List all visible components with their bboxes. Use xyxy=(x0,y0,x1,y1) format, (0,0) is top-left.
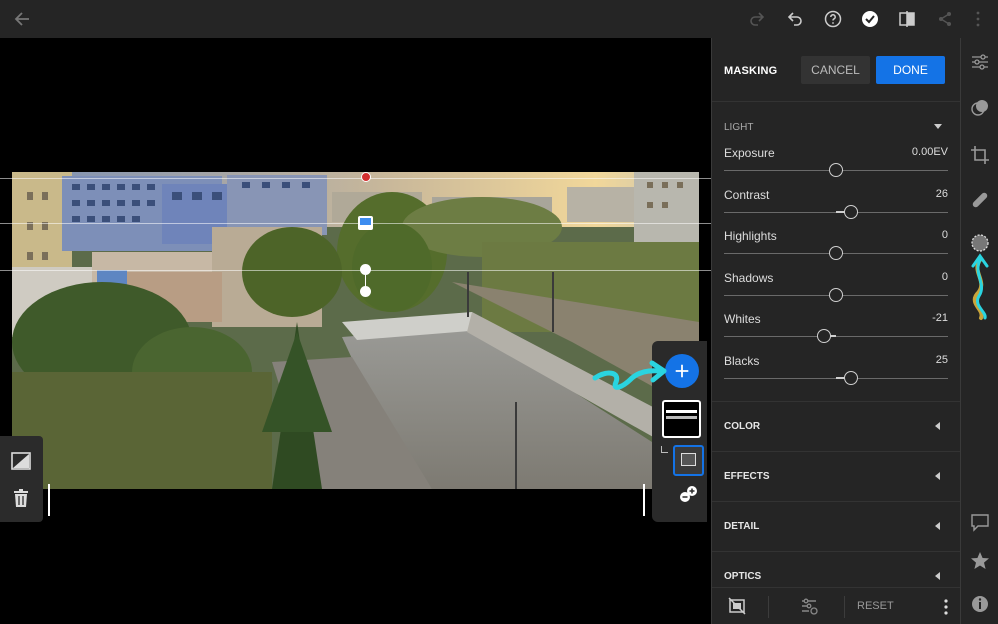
slider-label: Blacks xyxy=(724,354,760,368)
slider-exposure[interactable]: Exposure 0.00EV xyxy=(724,146,948,186)
plus-icon xyxy=(675,364,689,378)
section-label: OPTICS xyxy=(724,571,762,582)
comment-icon[interactable] xyxy=(970,512,990,532)
section-detail[interactable]: DETAIL xyxy=(712,501,961,551)
light-section-heading[interactable]: LIGHT xyxy=(724,122,753,133)
slider-label: Contrast xyxy=(724,188,770,202)
right-edge-marker xyxy=(643,484,645,516)
gradient-guide-center[interactable] xyxy=(0,223,711,224)
tool-strip xyxy=(960,38,998,624)
slider-label: Exposure xyxy=(724,146,775,160)
presets-icon[interactable] xyxy=(970,98,990,118)
slider-value[interactable]: 0.00EV xyxy=(912,146,948,158)
slider-contrast[interactable]: Contrast 26 xyxy=(724,188,948,228)
back-arrow-icon[interactable] xyxy=(12,8,34,30)
more-icon[interactable] xyxy=(967,8,989,30)
slider-thumb[interactable] xyxy=(829,288,843,302)
crop-icon[interactable] xyxy=(970,145,990,165)
left-edge-marker xyxy=(48,484,50,516)
photo-image xyxy=(12,172,699,489)
add-subtract-mask-icon[interactable] xyxy=(679,485,698,504)
info-icon[interactable] xyxy=(970,594,990,614)
slider-thumb[interactable] xyxy=(844,205,859,219)
healing-brush-icon[interactable] xyxy=(970,190,990,210)
slider-thumb[interactable] xyxy=(816,329,831,343)
slider-value[interactable]: -21 xyxy=(932,312,948,324)
chevron-down-icon[interactable] xyxy=(934,124,942,129)
slider-value[interactable]: 0 xyxy=(942,271,948,283)
share-icon[interactable] xyxy=(934,8,956,30)
photo-canvas[interactable] xyxy=(0,38,711,624)
gradient-guide-bottom[interactable] xyxy=(0,270,711,271)
top-toolbar xyxy=(0,0,998,38)
checkmark-icon[interactable] xyxy=(859,8,881,30)
gradient-handle-lower[interactable] xyxy=(360,286,371,297)
slider-thumb[interactable] xyxy=(829,163,843,177)
done-button[interactable]: DONE xyxy=(876,56,945,84)
chevron-left-icon xyxy=(935,522,940,530)
left-floating-tools xyxy=(0,436,43,522)
mask-pin-red[interactable] xyxy=(361,172,371,182)
section-label: DETAIL xyxy=(724,521,760,532)
section-label: EFFECTS xyxy=(724,471,770,482)
slider-value[interactable]: 0 xyxy=(942,229,948,241)
slider-thumb[interactable] xyxy=(829,246,843,260)
add-mask-button[interactable] xyxy=(665,354,699,388)
slider-shadows[interactable]: Shadows 0 xyxy=(724,271,948,311)
star-rating-icon[interactable] xyxy=(970,551,990,571)
section-label: COLOR xyxy=(724,421,761,432)
slider-value[interactable]: 26 xyxy=(936,188,948,200)
gradient-handle-upper[interactable] xyxy=(360,264,371,275)
help-icon[interactable] xyxy=(822,8,844,30)
sub-mask-connector-icon xyxy=(661,446,668,453)
chevron-left-icon xyxy=(935,422,940,430)
annotation-arrow xyxy=(592,360,667,390)
mask-thumbnail-submask[interactable] xyxy=(673,445,704,476)
hide-mask-overlay-icon[interactable] xyxy=(728,597,746,615)
section-color[interactable]: COLOR xyxy=(712,401,961,451)
chevron-left-icon xyxy=(935,472,940,480)
masking-icon[interactable] xyxy=(970,233,990,253)
compare-icon[interactable] xyxy=(896,8,918,30)
mask-pin-selected[interactable] xyxy=(358,216,373,230)
invert-mask-icon[interactable] xyxy=(10,450,32,472)
redo-icon[interactable] xyxy=(746,8,768,30)
undo-icon[interactable] xyxy=(784,8,806,30)
adjust-sliders-icon[interactable] xyxy=(970,52,990,72)
panel-title: MASKING xyxy=(724,65,778,77)
reset-sliders-icon[interactable] xyxy=(800,597,818,615)
panel-bottom-bar: RESET xyxy=(712,587,961,624)
slider-thumb[interactable] xyxy=(843,371,858,385)
slider-value[interactable]: 25 xyxy=(936,354,948,366)
slider-track[interactable] xyxy=(724,336,948,337)
slider-label: Shadows xyxy=(724,271,774,285)
masking-panel: MASKING CANCEL DONE LIGHT Exposure 0.00EV… xyxy=(711,38,961,624)
slider-label: Whites xyxy=(724,312,761,326)
slider-whites[interactable]: Whites -21 xyxy=(724,312,948,352)
delete-mask-icon[interactable] xyxy=(10,487,32,509)
chevron-left-icon xyxy=(935,572,940,580)
cancel-button[interactable]: CANCEL xyxy=(801,56,870,84)
more-vertical-icon[interactable] xyxy=(938,598,954,616)
mask-thumbnail-linear[interactable] xyxy=(662,400,701,438)
slider-highlights[interactable]: Highlights 0 xyxy=(724,229,948,269)
annotation-highlight xyxy=(971,253,989,320)
slider-label: Highlights xyxy=(724,229,777,243)
slider-blacks[interactable]: Blacks 25 xyxy=(724,354,948,394)
reset-button[interactable]: RESET xyxy=(857,600,894,612)
section-effects[interactable]: EFFECTS xyxy=(712,451,961,501)
gradient-guide-top[interactable] xyxy=(0,178,711,179)
